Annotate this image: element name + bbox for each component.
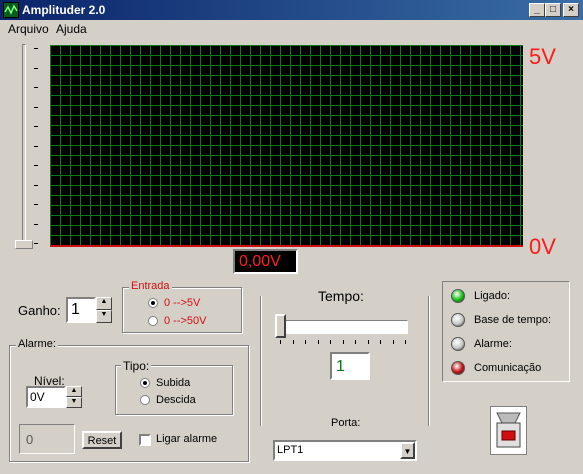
slider-tick [330,340,331,344]
reset-button[interactable]: Reset [82,431,122,449]
power-switch-icon [496,412,521,448]
slider-tick [355,340,356,344]
close-button[interactable]: × [563,3,579,17]
slider-tick [34,67,38,69]
status-led-icon [451,337,465,351]
separator [428,296,429,426]
slider-tick [34,204,38,205]
maximize-button[interactable]: □ [545,3,561,17]
slider-tick [317,340,319,344]
power-switch[interactable] [490,406,527,455]
tempo-slider-thumb[interactable] [275,314,286,338]
slider-tick [34,223,38,225]
status-label: Ligado: [474,290,511,302]
slider-tick [34,184,38,186]
slider-tick [405,340,406,344]
ganho-spinner[interactable]: ▲ ▼ [96,297,112,323]
status-led-icon [451,361,465,375]
status-label: Base de tempo: [474,314,552,326]
spin-up-icon[interactable]: ▲ [96,297,112,310]
status-label: Alarme: [474,338,512,350]
slider-tick [392,340,394,344]
level-slider-thumb[interactable] [15,240,33,249]
porta-select[interactable]: LPT1 [273,440,417,461]
window-title: Amplituder 2.0 [22,3,106,17]
slider-tick [292,340,294,344]
alarme-counter: 0 [19,424,75,454]
menu-arquivo[interactable]: Arquivo [8,22,49,36]
entrada-option-5v[interactable]: 0 -->5V [164,297,200,309]
porta-label: Porta: [331,417,361,429]
porta-select-value: LPT1 [277,444,304,456]
ganho-label: Ganho: [18,303,61,318]
slider-tick [280,340,281,344]
ligar-alarme-checkbox[interactable] [139,434,151,446]
scale-max-label: 5V [529,44,556,69]
app-icon [3,2,19,18]
entrada-option-50v[interactable]: 0 -->50V [164,315,207,327]
slider-tick [367,340,369,344]
level-slider-track[interactable] [22,44,26,248]
spin-up-icon[interactable]: ▲ [66,386,82,397]
separator [260,296,261,426]
ganho-input[interactable]: 1 [66,297,96,323]
slider-tick [34,126,38,127]
spin-down-icon[interactable]: ▼ [66,397,82,408]
oscilloscope-grid [50,45,523,247]
slider-tick [34,48,38,49]
slider-tick [305,340,306,344]
slider-tick [34,243,38,244]
tipo-radio-subida[interactable] [140,378,150,388]
minimize-button[interactable]: _ [529,3,545,17]
entrada-radio-5v[interactable] [148,298,158,308]
slider-tick [342,340,344,344]
spin-down-icon[interactable]: ▼ [96,310,112,323]
nivel-input[interactable]: 0V [26,386,66,408]
nivel-spinner[interactable]: ▲ ▼ [66,386,82,408]
slider-tick [34,106,38,108]
slider-tick [380,340,381,344]
scale-min-label: 0V [529,234,556,259]
tipo-legend: Tipo: [121,359,152,373]
slider-tick [34,145,38,147]
chevron-down-icon[interactable]: ▼ [400,442,415,459]
menu-ajuda[interactable]: Ajuda [56,22,87,36]
status-led-icon [451,289,465,303]
alarme-legend: Alarme: [16,338,58,350]
entrada-radio-50v[interactable] [148,316,158,326]
status-led-icon [451,313,465,327]
entrada-legend: Entrada [129,280,172,292]
tempo-slider-track[interactable] [277,320,408,334]
voltage-readout: 0,00V [233,249,298,274]
tipo-option-descida[interactable]: Descida [156,394,196,406]
tempo-label: Tempo: [318,288,364,304]
slider-tick [34,87,38,88]
tempo-value: 1 [330,352,370,380]
tipo-option-subida[interactable]: Subida [156,377,190,389]
slider-tick [34,165,38,166]
tipo-radio-descida[interactable] [140,395,150,405]
ligar-alarme-label[interactable]: Ligar alarme [156,433,217,445]
status-label: Comunicação [474,362,542,374]
